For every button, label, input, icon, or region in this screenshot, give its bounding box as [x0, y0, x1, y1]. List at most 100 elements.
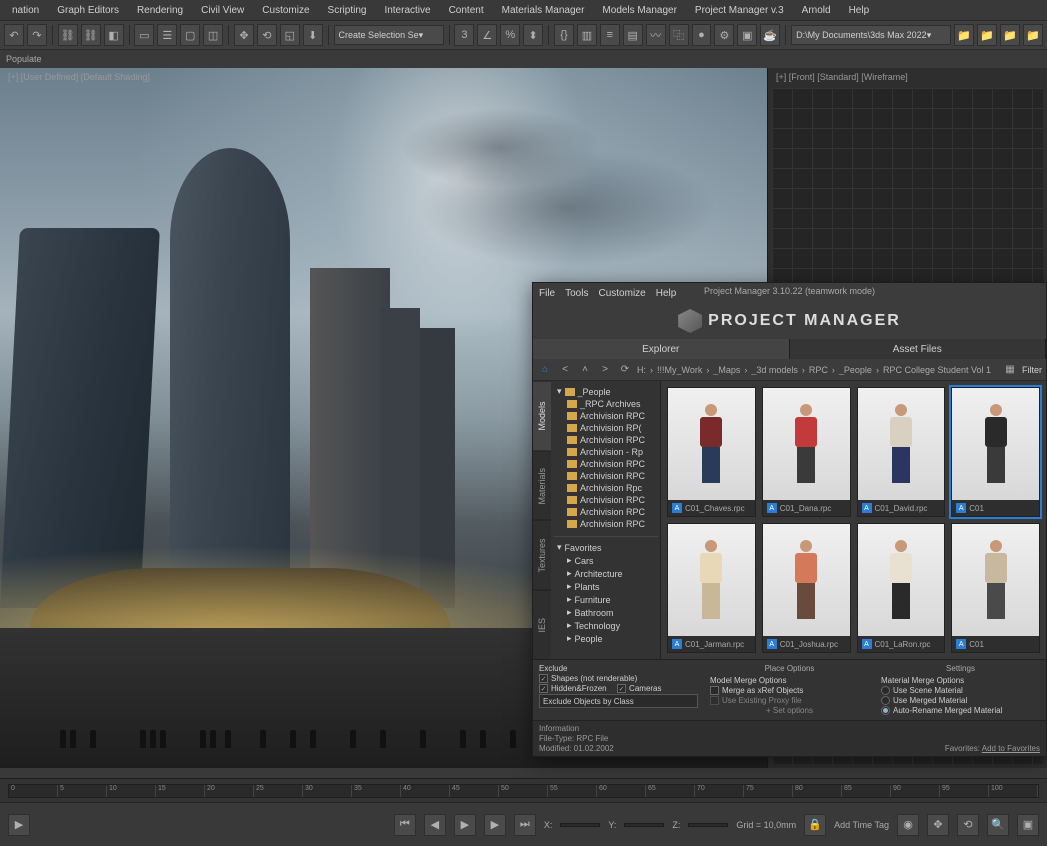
rad-auto[interactable]	[881, 706, 890, 715]
coord-z[interactable]	[688, 823, 728, 827]
menu-rendering[interactable]: Rendering	[129, 3, 191, 18]
menu-content[interactable]: Content	[441, 3, 492, 18]
menu-arnold[interactable]: Arnold	[794, 3, 839, 18]
crumb-item[interactable]: _People	[839, 365, 872, 375]
placement-icon[interactable]: ⬇	[303, 24, 323, 46]
add-time-tag[interactable]: Add Time Tag	[834, 820, 889, 830]
tree-item[interactable]: Archivision RP(	[553, 422, 658, 434]
add-favorites-link[interactable]: Add to Favorites	[982, 744, 1040, 753]
tree-fav-item[interactable]: ▸Furniture	[553, 593, 658, 606]
unlink-icon[interactable]: ⛓	[81, 24, 101, 46]
thumbnail[interactable]: AC01_Chaves.rpc	[667, 387, 756, 517]
snap-icon[interactable]: 3	[454, 24, 474, 46]
crumb-item[interactable]: RPC College Student Vol 1	[883, 365, 991, 375]
pm-sidetab-models[interactable]: Models	[533, 381, 551, 451]
pm-menu-file[interactable]: File	[539, 288, 555, 299]
select-name-icon[interactable]: ☰	[157, 24, 177, 46]
pm-menu-customize[interactable]: Customize	[598, 288, 645, 299]
select-icon[interactable]: ▭	[134, 24, 154, 46]
tree-item[interactable]: _RPC Archives	[553, 398, 658, 410]
menu-materials-manager[interactable]: Materials Manager	[494, 3, 593, 18]
pm-sidetab-materials[interactable]: Materials	[533, 451, 551, 521]
next-frame-icon[interactable]: ▶	[484, 814, 506, 836]
menu-scripting[interactable]: Scripting	[320, 3, 375, 18]
pm-fwd-icon[interactable]: >	[597, 362, 613, 378]
folder2-icon[interactable]: 📁	[977, 24, 997, 46]
folder1-icon[interactable]: 📁	[954, 24, 974, 46]
pm-sidetab-ies[interactable]: IES	[533, 590, 551, 660]
exclude-class-dropdown[interactable]: Exclude Objects by Class	[539, 694, 698, 708]
thumbnail[interactable]: AC01	[951, 387, 1040, 517]
tree-item[interactable]: Archivision RPC	[553, 470, 658, 482]
pm-menu-help[interactable]: Help	[656, 288, 677, 299]
tree-fav-item[interactable]: ▸Architecture	[553, 567, 658, 580]
pm-back-icon[interactable]: <	[557, 362, 573, 378]
tree-item[interactable]: Archivision RPC	[553, 506, 658, 518]
play-icon[interactable]: ▶	[454, 814, 476, 836]
tree-item[interactable]: Archivision - Rp	[553, 446, 658, 458]
goto-end-icon[interactable]: ⏭	[514, 814, 536, 836]
menu-interactive[interactable]: Interactive	[376, 3, 438, 18]
crumb-item[interactable]: _3d models	[751, 365, 798, 375]
bind-icon[interactable]: ◧	[104, 24, 124, 46]
angle-snap-icon[interactable]: ∠	[477, 24, 497, 46]
timeline[interactable]: 0510152025303540455055606570758085909510…	[0, 778, 1047, 802]
crumb-item[interactable]: !!!My_Work	[657, 365, 702, 375]
chk-shapes[interactable]	[539, 674, 548, 683]
folder3-icon[interactable]: 📁	[1000, 24, 1020, 46]
coord-y[interactable]	[624, 823, 664, 827]
rad-scene[interactable]	[881, 686, 890, 695]
chk-hidden[interactable]	[539, 684, 548, 693]
tree-item[interactable]: Archivision RPC	[553, 410, 658, 422]
chk-cameras[interactable]	[617, 684, 626, 693]
tree-item[interactable]: Archivision RPC	[553, 434, 658, 446]
thumbnail[interactable]: AC01_David.rpc	[857, 387, 946, 517]
viewport-label-left[interactable]: [+] [User Defined] [Default Shading]	[8, 72, 150, 82]
tree-favorites-header[interactable]: ▾Favorites	[553, 541, 658, 554]
window-crossing-icon[interactable]: ◫	[203, 24, 223, 46]
render-frame-icon[interactable]: ▣	[737, 24, 757, 46]
render-icon[interactable]: ☕	[760, 24, 780, 46]
pm-sidetab-textures[interactable]: Textures	[533, 520, 551, 590]
crumb-item[interactable]: H:	[637, 365, 646, 375]
pm-view-icon[interactable]: ▦	[1002, 362, 1018, 378]
isolate-icon[interactable]: ◉	[897, 814, 919, 836]
nav2-icon[interactable]: ⟲	[957, 814, 979, 836]
menu-customize[interactable]: Customize	[254, 3, 317, 18]
named-sets-icon[interactable]: {}	[554, 24, 574, 46]
thumbnail[interactable]: AC01_Dana.rpc	[762, 387, 851, 517]
chk-xref[interactable]	[710, 686, 719, 695]
menu-project-manager-v.3[interactable]: Project Manager v.3	[687, 3, 792, 18]
pm-home-icon[interactable]: ⌂	[537, 362, 553, 378]
tree-fav-item[interactable]: ▸People	[553, 632, 658, 645]
link-icon[interactable]: ⛓	[58, 24, 78, 46]
lock-icon[interactable]: 🔒	[804, 814, 826, 836]
redo-icon[interactable]: ↷	[27, 24, 47, 46]
thumbnail[interactable]: AC01	[951, 523, 1040, 653]
pm-breadcrumb[interactable]: H:›!!!My_Work›_Maps›_3d models›RPC›_Peop…	[637, 365, 998, 375]
menu-nation[interactable]: nation	[4, 3, 47, 18]
folder4-icon[interactable]: 📁	[1023, 24, 1043, 46]
crumb-item[interactable]: RPC	[809, 365, 828, 375]
pm-tab-explorer[interactable]: Explorer	[533, 339, 790, 359]
tree-item[interactable]: Archivision RPC	[553, 494, 658, 506]
curve-editor-icon[interactable]: 〰	[646, 24, 666, 46]
schematic-icon[interactable]: ⿻	[669, 24, 689, 46]
crumb-item[interactable]: _Maps	[713, 365, 740, 375]
menu-graph-editors[interactable]: Graph Editors	[49, 3, 127, 18]
material-editor-icon[interactable]: ●	[692, 24, 712, 46]
tree-item[interactable]: Archivision RPC	[553, 518, 658, 530]
pm-refresh-icon[interactable]: ⟳	[617, 362, 633, 378]
pm-menu-tools[interactable]: Tools	[565, 288, 588, 299]
align-icon[interactable]: ≡	[600, 24, 620, 46]
nav3-icon[interactable]: 🔍	[987, 814, 1009, 836]
nav4-icon[interactable]: ▣	[1017, 814, 1039, 836]
selection-set-dropdown[interactable]: Create Selection Se ▾	[334, 25, 444, 45]
percent-snap-icon[interactable]: %	[500, 24, 520, 46]
project-path-field[interactable]: D:\My Documents\3ds Max 2022 ▾	[791, 25, 951, 45]
nav1-icon[interactable]: ✥	[927, 814, 949, 836]
scale-icon[interactable]: ◱	[280, 24, 300, 46]
tree-fav-item[interactable]: ▸Cars	[553, 554, 658, 567]
maxscript-icon[interactable]: ▶	[8, 814, 30, 836]
viewport-label-right[interactable]: [+] [Front] [Standard] [Wireframe]	[776, 72, 908, 82]
